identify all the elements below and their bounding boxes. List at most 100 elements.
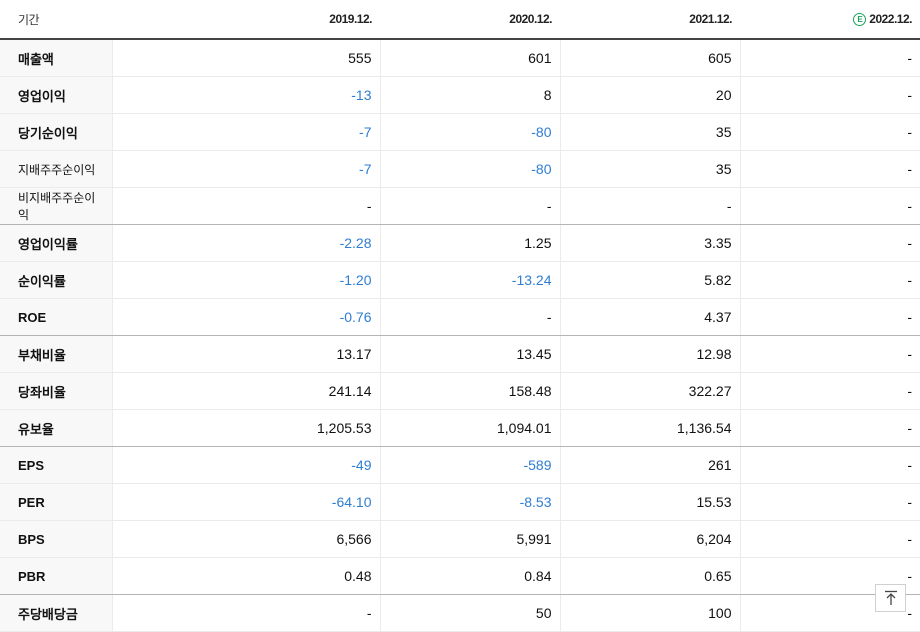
col-header-2022-label: 2022.12. xyxy=(869,12,912,26)
value-cell: 50 xyxy=(379,594,560,632)
value-cell: 4.37 xyxy=(559,298,740,336)
value-cell: 13.45 xyxy=(379,335,560,373)
value-cell: - xyxy=(739,76,920,114)
value-cell: 20 xyxy=(559,76,740,114)
row-label: 유보율 xyxy=(0,409,112,447)
value-cell: - xyxy=(739,150,920,188)
value-cell: 0.84 xyxy=(379,557,560,595)
table-row: 부채비율 13.17 13.45 12.98- xyxy=(0,335,920,373)
row-label: PER xyxy=(0,483,112,521)
value-cell: - xyxy=(379,298,560,336)
row-label: 부채비율 xyxy=(0,335,112,373)
value-cell: 6,566 xyxy=(111,520,380,558)
value-cell: 13.17 xyxy=(111,335,380,373)
row-label: 영업이익 xyxy=(0,76,112,114)
value-cell: 555 xyxy=(111,39,380,77)
table-body: 매출액 555 601 605- 영업이익 -13 8 20- 당기순이익 -7 -80 35- 지배주… xyxy=(0,39,920,632)
table-row: 매출액 555 601 605- xyxy=(0,39,920,77)
value-cell: -64.10 xyxy=(111,483,380,521)
value-cell: - xyxy=(739,261,920,299)
row-label: 주당배당금 xyxy=(0,594,112,632)
table-row: 순이익률 -1.20 -13.24 5.82- xyxy=(0,261,920,299)
header-row: 기간 2019.12. 2020.12. 2021.12. E 2022.12. xyxy=(0,0,920,40)
table-row: 당좌비율 241.14 158.48 322.27- xyxy=(0,372,920,410)
value-cell: 0.65 xyxy=(559,557,740,595)
value-cell: -2.28 xyxy=(111,224,380,262)
row-label: 매출액 xyxy=(0,39,112,77)
value-cell: 241.14 xyxy=(111,372,380,410)
arrow-up-to-top-icon xyxy=(884,590,897,605)
value-cell: - xyxy=(739,187,920,225)
table-row: 당기순이익 -7 -80 35- xyxy=(0,113,920,151)
value-cell: 261 xyxy=(559,446,740,484)
estimate-badge-icon: E xyxy=(853,13,867,26)
row-label: EPS xyxy=(0,446,112,484)
value-cell: - xyxy=(739,298,920,336)
row-label: 당좌비율 xyxy=(0,372,112,410)
table-row: 유보율 1,205.53 1,094.01 1,136.54- xyxy=(0,409,920,447)
table-row: PBR 0.48 0.84 0.65- xyxy=(0,557,920,595)
value-cell: 35 xyxy=(559,113,740,151)
col-header-2022: E 2022.12. xyxy=(740,0,920,40)
table-row: 지배주주순이익 -7 -80 35- xyxy=(0,150,920,188)
table-row: 영업이익 -13 8 20- xyxy=(0,76,920,114)
value-cell: -7 xyxy=(111,113,380,151)
value-cell: 1.25 xyxy=(379,224,560,262)
value-cell: 322.27 xyxy=(559,372,740,410)
value-cell: 1,094.01 xyxy=(379,409,560,447)
value-cell: -80 xyxy=(379,113,560,151)
period-header: 기간 xyxy=(0,0,112,40)
value-cell: - xyxy=(739,39,920,77)
table-row: 영업이익률 -2.28 1.25 3.35- xyxy=(0,224,920,262)
value-cell: 15.53 xyxy=(559,483,740,521)
value-cell: 158.48 xyxy=(379,372,560,410)
financial-summary-table: 기간 2019.12. 2020.12. 2021.12. E 2022.12. … xyxy=(0,0,920,632)
value-cell: 601 xyxy=(379,39,560,77)
value-cell: 0.48 xyxy=(111,557,380,595)
table-row: 주당배당금 -50 100- xyxy=(0,594,920,632)
value-cell: -13.24 xyxy=(379,261,560,299)
value-cell: -8.53 xyxy=(379,483,560,521)
value-cell: 3.35 xyxy=(559,224,740,262)
value-cell: 5,991 xyxy=(379,520,560,558)
value-cell: -589 xyxy=(379,446,560,484)
value-cell: - xyxy=(739,372,920,410)
value-cell: -7 xyxy=(111,150,380,188)
table-row: ROE -0.76-4.37- xyxy=(0,298,920,336)
row-label: 당기순이익 xyxy=(0,113,112,151)
value-cell: - xyxy=(739,520,920,558)
col-header-2020: 2020.12. xyxy=(380,0,560,40)
row-label: 영업이익률 xyxy=(0,224,112,262)
table-row: PER -64.10 -8.53 15.53- xyxy=(0,483,920,521)
value-cell: - xyxy=(739,113,920,151)
value-cell: - xyxy=(739,224,920,262)
value-cell: 12.98 xyxy=(559,335,740,373)
value-cell: -13 xyxy=(111,76,380,114)
row-label: 순이익률 xyxy=(0,261,112,299)
value-cell: 5.82 xyxy=(559,261,740,299)
value-cell: -80 xyxy=(379,150,560,188)
row-label: ROE xyxy=(0,298,112,336)
row-label: PBR xyxy=(0,557,112,595)
value-cell: 6,204 xyxy=(559,520,740,558)
col-header-2021: 2021.12. xyxy=(560,0,740,40)
value-cell: 100 xyxy=(559,594,740,632)
value-cell: - xyxy=(111,187,380,225)
value-cell: 1,136.54 xyxy=(559,409,740,447)
value-cell: 35 xyxy=(559,150,740,188)
row-label: 비지배주주순이익 xyxy=(0,187,112,225)
table-row: EPS -49 -589 261- xyxy=(0,446,920,484)
value-cell: - xyxy=(739,335,920,373)
table-row: BPS 6,566 5,991 6,204- xyxy=(0,520,920,558)
value-cell: -0.76 xyxy=(111,298,380,336)
value-cell: 605 xyxy=(559,39,740,77)
value-cell: -1.20 xyxy=(111,261,380,299)
scroll-to-top-button[interactable] xyxy=(875,584,906,612)
value-cell: 1,205.53 xyxy=(111,409,380,447)
row-label: 지배주주순이익 xyxy=(0,150,112,188)
value-cell: - xyxy=(559,187,740,225)
value-cell: -49 xyxy=(111,446,380,484)
value-cell: - xyxy=(739,446,920,484)
table-row: 비지배주주순이익 - - - - xyxy=(0,187,920,225)
value-cell: - xyxy=(739,483,920,521)
